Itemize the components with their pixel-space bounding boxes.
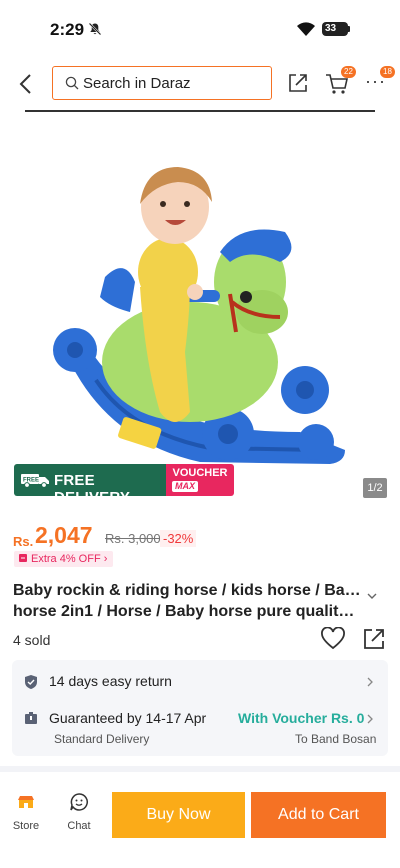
search-placeholder: Search in Daraz [83,75,191,92]
svg-text:FREE: FREE [23,478,39,484]
buy-now-button[interactable]: Buy Now [112,792,245,838]
currency-label: Rs. [13,534,34,549]
cart-count-badge: 22 [341,66,356,78]
section-divider [0,766,400,772]
top-header: Search in Daraz 22 ··· 18 [0,58,400,110]
chevron-right-icon [367,714,373,724]
sold-count: 4 sold [13,632,51,648]
bottom-action-bar: Store Chat Buy Now Add to Cart [0,776,400,868]
status-bar: 2:29 33 [0,0,400,58]
current-price: 2,047 [35,522,93,548]
return-policy-text: 14 days easy return [49,673,172,689]
bell-muted-icon [88,22,102,36]
more-count-badge: 18 [380,66,395,78]
add-to-cart-button[interactable]: Add to Cart [251,792,386,838]
status-time: 2:29 [50,20,85,39]
shield-check-icon [25,675,37,689]
delivery-destination: To Band Bosan [295,732,377,746]
battery-cap [348,26,350,32]
voucher-max-label: MAX [172,481,198,492]
delivery-guarantee-text: Guaranteed by 14-17 Apr [49,710,207,726]
original-price: Rs. 3,000 [105,531,161,546]
voucher-shipping-text: With Voucher Rs. 0 [238,710,365,726]
chat-label: Chat [67,820,91,832]
return-policy-row[interactable]: 14 days easy return [12,670,388,696]
extra-off-tag[interactable]: Extra 4% OFF › [14,551,114,567]
chat-smiley-icon [70,793,88,811]
product-photo [53,167,345,464]
battery-icon: 33 [322,22,348,36]
search-bar[interactable]: Search in Daraz [52,66,272,100]
product-title-line-2: horse 2in1 / Horse / Baby horse pure qua… [13,603,363,620]
image-counter: 1/2 [363,478,387,498]
product-title: Baby rockin & riding horse / kids horse … [13,580,363,622]
product-title-line-1: Baby rockin & riding horse / kids horse … [13,582,363,599]
product-image-carousel[interactable]: FREE FREE DELIVERY VOUCHER MAX 1/2 [0,112,400,510]
share-icon[interactable] [362,627,386,651]
coupon-icon [19,554,27,562]
store-label: Store [12,820,40,832]
heart-icon[interactable] [320,627,346,651]
voucher-text: VOUCHER [172,467,228,479]
delivery-box-icon [25,712,37,724]
extra-off-text: Extra 4% OFF [31,553,101,565]
store-logo-icon [18,796,34,808]
share-icon[interactable] [287,72,309,94]
store-tab[interactable]: Store [8,792,44,836]
service-info-card: 14 days easy return Guaranteed by 14-17 … [12,660,388,756]
delivery-row[interactable]: Guaranteed by 14-17 Apr With Voucher Rs.… [12,708,388,748]
chat-tab[interactable]: Chat [60,792,98,836]
standard-delivery-label: Standard Delivery [54,732,150,746]
search-icon [65,76,79,90]
back-arrow-icon[interactable] [14,72,38,96]
voucher-max-badge: VOUCHER MAX [166,464,234,496]
wifi-icon [297,22,315,36]
discount-badge: -32% [160,530,197,547]
chevron-right-icon [367,677,373,687]
truck-icon: FREE [21,474,49,488]
battery-level: 33 [325,23,337,34]
free-delivery-text: FREE DELIVERY [54,472,131,506]
free-delivery-badge: FREE FREE DELIVERY [14,464,166,506]
chevron-down-icon[interactable] [366,590,378,602]
